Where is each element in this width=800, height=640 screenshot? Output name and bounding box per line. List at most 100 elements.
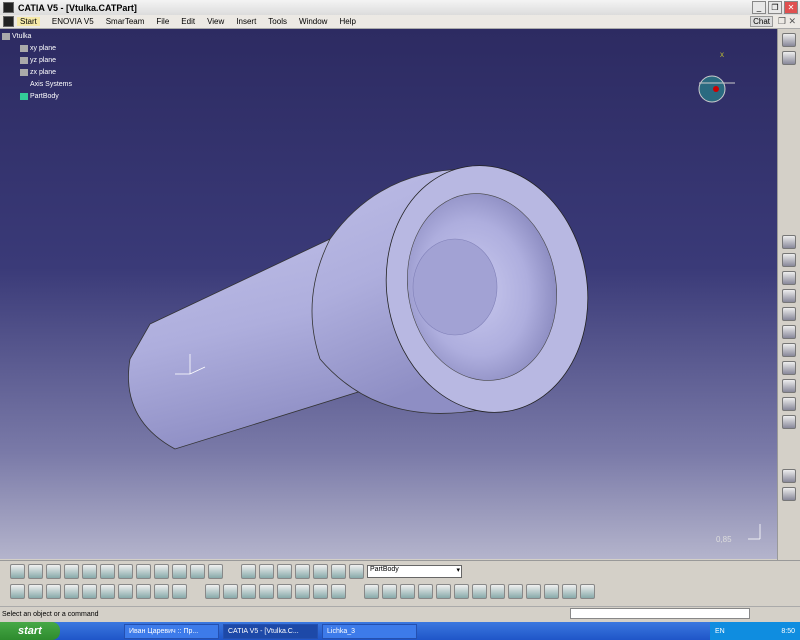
multi-view-icon[interactable] [136, 563, 151, 579]
current-body-select[interactable]: PartBody [367, 564, 462, 578]
restore-button[interactable]: ❐ [768, 1, 782, 14]
tool-icon[interactable] [782, 487, 796, 501]
tool-icon[interactable] [259, 583, 274, 599]
normal-view-icon[interactable] [118, 563, 133, 579]
undo-icon[interactable] [136, 583, 151, 599]
rotate-icon[interactable] [64, 563, 79, 579]
tool-icon[interactable] [782, 397, 796, 411]
tree-root[interactable]: Vtulka [2, 31, 72, 43]
tool-icon[interactable] [313, 563, 328, 579]
tool-icon[interactable] [331, 563, 346, 579]
minimize-button[interactable]: _ [752, 1, 766, 14]
chat-button[interactable]: Chat [750, 16, 773, 27]
menu-window[interactable]: Window [299, 17, 327, 26]
document-icon[interactable] [3, 16, 14, 27]
tool-icon[interactable] [295, 583, 310, 599]
task-folder[interactable]: Lichka_3 [322, 623, 417, 639]
menu-tools[interactable]: Tools [268, 17, 287, 26]
tool-icon[interactable] [400, 583, 415, 599]
tool-icon[interactable] [782, 289, 796, 303]
tool-icon[interactable] [580, 583, 595, 599]
tool-icon[interactable] [277, 563, 292, 579]
new-icon[interactable] [10, 583, 25, 599]
tool-icon[interactable] [241, 583, 256, 599]
iso-view-icon[interactable] [154, 563, 169, 579]
tool-icon[interactable] [223, 583, 238, 599]
language-indicator[interactable]: EN [715, 628, 725, 635]
redo-icon[interactable] [154, 583, 169, 599]
tree-item-axis-systems[interactable]: Axis Systems [2, 79, 72, 91]
tool-icon[interactable] [782, 343, 796, 357]
help-icon[interactable] [172, 583, 187, 599]
menu-smarteam[interactable]: SmarTeam [106, 17, 145, 26]
tool-icon[interactable] [508, 583, 523, 599]
menu-start[interactable]: Start [17, 17, 40, 26]
tool-icon[interactable] [313, 583, 328, 599]
tool-icon[interactable] [349, 563, 364, 579]
tool-icon[interactable] [436, 583, 451, 599]
tool-icon[interactable] [782, 361, 796, 375]
3d-viewport[interactable]: x Vtulka xy plane yz plane zx plane Axis… [0, 29, 777, 559]
mdi-controls[interactable]: ❐ ✕ [778, 16, 796, 27]
tool-icon[interactable] [277, 583, 292, 599]
copy-icon[interactable] [100, 583, 115, 599]
tree-label: xy plane [30, 45, 57, 52]
swap-icon[interactable] [208, 563, 223, 579]
tool-icon[interactable] [782, 235, 796, 249]
save-icon[interactable] [46, 583, 61, 599]
sketcher-icon[interactable] [782, 33, 796, 47]
task-browser[interactable]: Иван Царевич :: Пр... [124, 623, 219, 639]
plane-icon [20, 56, 28, 64]
tool-icon[interactable] [472, 583, 487, 599]
tool-icon[interactable] [782, 271, 796, 285]
tool-icon[interactable] [241, 563, 256, 579]
tool-icon[interactable] [331, 583, 346, 599]
paste-icon[interactable] [118, 583, 133, 599]
tool-icon[interactable] [544, 583, 559, 599]
tool-icon[interactable] [782, 253, 796, 267]
tool-icon[interactable] [490, 583, 505, 599]
tool-icon[interactable] [782, 379, 796, 393]
menu-view[interactable]: View [207, 17, 224, 26]
tool-icon[interactable] [782, 469, 796, 483]
hide-show-icon[interactable] [190, 563, 205, 579]
fly-icon[interactable] [10, 563, 25, 579]
menu-file[interactable]: File [156, 17, 169, 26]
task-catia[interactable]: CATIA V5 - [Vtulka.C... [223, 623, 318, 639]
menu-edit[interactable]: Edit [181, 17, 195, 26]
zoom-out-icon[interactable] [100, 563, 115, 579]
tree-item-zx-plane[interactable]: zx plane [2, 67, 72, 79]
command-input[interactable] [570, 608, 750, 619]
svg-text:x: x [720, 50, 724, 59]
tree-item-yz-plane[interactable]: yz plane [2, 55, 72, 67]
close-button[interactable]: ✕ [784, 1, 798, 14]
tool-icon[interactable] [562, 583, 577, 599]
menu-insert[interactable]: Insert [236, 17, 256, 26]
tool-icon[interactable] [782, 325, 796, 339]
start-label: start [18, 625, 42, 637]
zoom-in-icon[interactable] [82, 563, 97, 579]
scale-readout: 0,85 [716, 535, 732, 544]
tool-icon[interactable] [782, 415, 796, 429]
tree-item-xy-plane[interactable]: xy plane [2, 43, 72, 55]
tool-icon[interactable] [454, 583, 469, 599]
tool-icon[interactable] [782, 307, 796, 321]
cut-icon[interactable] [82, 583, 97, 599]
shading-icon[interactable] [172, 563, 187, 579]
tool-icon[interactable] [205, 583, 220, 599]
tree-item-partbody[interactable]: PartBody [2, 91, 72, 103]
tool-icon[interactable] [526, 583, 541, 599]
tool-icon[interactable] [259, 563, 274, 579]
start-button[interactable]: start [0, 622, 60, 640]
open-icon[interactable] [28, 583, 43, 599]
fit-all-icon[interactable] [28, 563, 43, 579]
tool-icon[interactable] [382, 583, 397, 599]
tool-icon[interactable] [295, 563, 310, 579]
formula-icon[interactable] [364, 583, 379, 599]
menu-help[interactable]: Help [339, 17, 355, 26]
tool-icon[interactable] [418, 583, 433, 599]
menu-enovia[interactable]: ENOVIA V5 [52, 17, 94, 26]
print-icon[interactable] [64, 583, 79, 599]
select-icon[interactable] [782, 51, 796, 65]
pan-icon[interactable] [46, 563, 61, 579]
